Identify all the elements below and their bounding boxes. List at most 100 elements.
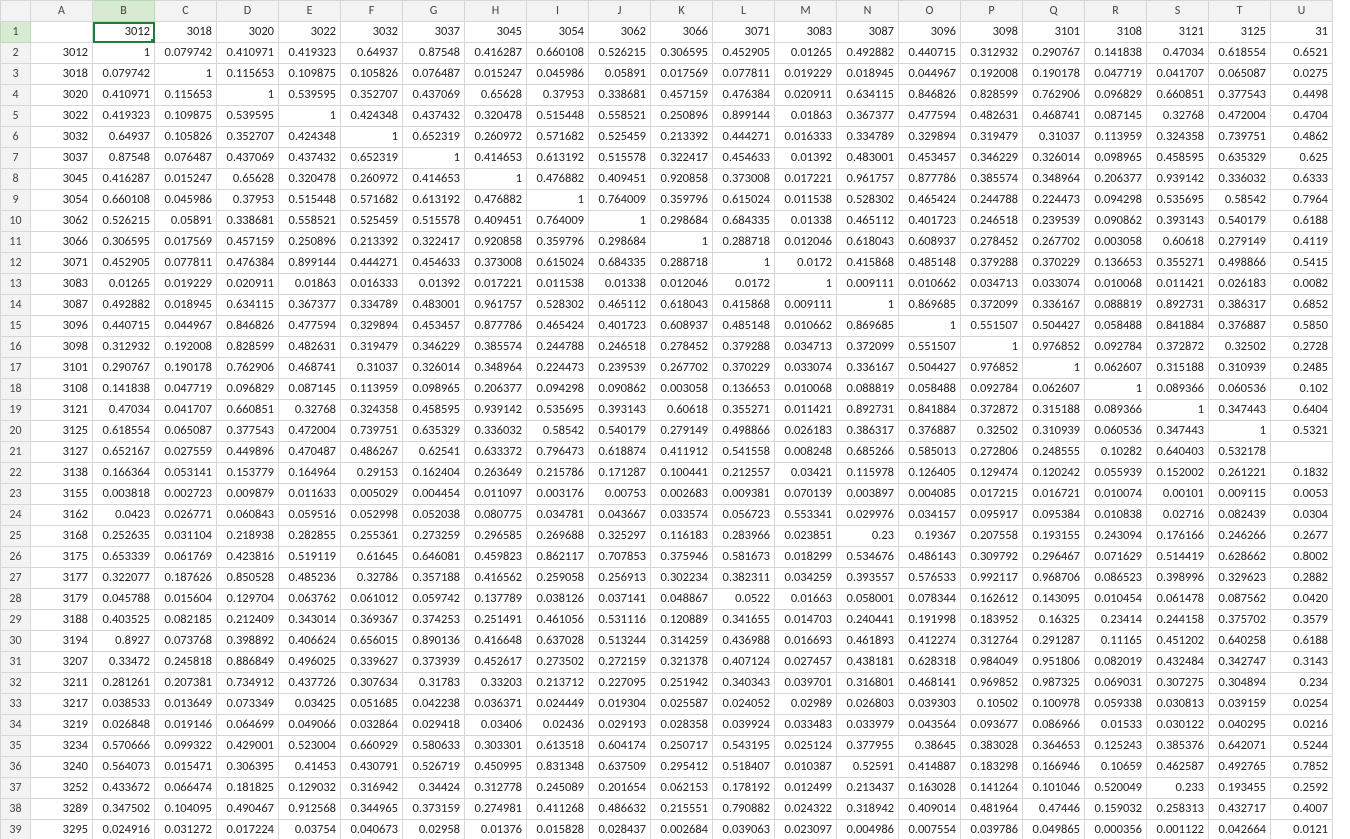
cell-S17[interactable]: 0.315188 bbox=[1147, 358, 1209, 379]
cell-D34[interactable]: 0.064699 bbox=[217, 715, 279, 736]
cell-K31[interactable]: 0.321378 bbox=[651, 652, 713, 673]
cell-G30[interactable]: 0.890136 bbox=[403, 631, 465, 652]
cell-C15[interactable]: 0.044967 bbox=[155, 316, 217, 337]
cell-J23[interactable]: 0.00753 bbox=[589, 484, 651, 505]
cell-M9[interactable]: 0.011538 bbox=[775, 190, 837, 211]
cell-P18[interactable]: 0.092784 bbox=[961, 379, 1023, 400]
cell-H30[interactable]: 0.416648 bbox=[465, 631, 527, 652]
cell-M15[interactable]: 0.010662 bbox=[775, 316, 837, 337]
cell-J4[interactable]: 0.338681 bbox=[589, 85, 651, 106]
cell-Q18[interactable]: 0.062607 bbox=[1023, 379, 1085, 400]
cell-L5[interactable]: 0.899144 bbox=[713, 106, 775, 127]
cell-C33[interactable]: 0.013649 bbox=[155, 694, 217, 715]
cell-B12[interactable]: 0.452905 bbox=[93, 253, 155, 274]
cell-J14[interactable]: 0.465112 bbox=[589, 295, 651, 316]
cell-U4[interactable]: 0.4498 bbox=[1271, 85, 1333, 106]
cell-P8[interactable]: 0.385574 bbox=[961, 169, 1023, 190]
column-header-E[interactable]: E bbox=[279, 1, 341, 22]
cell-H26[interactable]: 0.459823 bbox=[465, 547, 527, 568]
cell-F7[interactable]: 0.652319 bbox=[341, 148, 403, 169]
cell-C29[interactable]: 0.082185 bbox=[155, 610, 217, 631]
cell-S33[interactable]: 0.030813 bbox=[1147, 694, 1209, 715]
cell-P26[interactable]: 0.309792 bbox=[961, 547, 1023, 568]
cell-U36[interactable]: 0.7852 bbox=[1271, 757, 1333, 778]
cell-O19[interactable]: 0.841884 bbox=[899, 400, 961, 421]
cell-S15[interactable]: 0.841884 bbox=[1147, 316, 1209, 337]
cell-M34[interactable]: 0.033483 bbox=[775, 715, 837, 736]
cell-G10[interactable]: 0.515578 bbox=[403, 211, 465, 232]
cell-F8[interactable]: 0.260972 bbox=[341, 169, 403, 190]
cell-B26[interactable]: 0.653339 bbox=[93, 547, 155, 568]
column-header-O[interactable]: O bbox=[899, 1, 961, 22]
cell-R34[interactable]: 0.01533 bbox=[1085, 715, 1147, 736]
cell-I20[interactable]: 0.58542 bbox=[527, 421, 589, 442]
cell-H18[interactable]: 0.206377 bbox=[465, 379, 527, 400]
cell-B28[interactable]: 0.045788 bbox=[93, 589, 155, 610]
cell-J11[interactable]: 0.298684 bbox=[589, 232, 651, 253]
cell-D11[interactable]: 0.457159 bbox=[217, 232, 279, 253]
cell-C28[interactable]: 0.015604 bbox=[155, 589, 217, 610]
cell-A23[interactable]: 3155 bbox=[31, 484, 93, 505]
cell-O8[interactable]: 0.877786 bbox=[899, 169, 961, 190]
cell-T31[interactable]: 0.342747 bbox=[1209, 652, 1271, 673]
cell-B24[interactable]: 0.0423 bbox=[93, 505, 155, 526]
cell-R32[interactable]: 0.069031 bbox=[1085, 673, 1147, 694]
cell-R4[interactable]: 0.096829 bbox=[1085, 85, 1147, 106]
cell-K16[interactable]: 0.278452 bbox=[651, 337, 713, 358]
cell-O1[interactable]: 3096 bbox=[899, 22, 961, 43]
column-header-L[interactable]: L bbox=[713, 1, 775, 22]
cell-D13[interactable]: 0.020911 bbox=[217, 274, 279, 295]
cell-I4[interactable]: 0.37953 bbox=[527, 85, 589, 106]
cell-F12[interactable]: 0.444271 bbox=[341, 253, 403, 274]
row-header-6[interactable]: 6 bbox=[1, 127, 31, 148]
cell-Q34[interactable]: 0.086966 bbox=[1023, 715, 1085, 736]
cell-N13[interactable]: 0.009111 bbox=[837, 274, 899, 295]
cell-J25[interactable]: 0.325297 bbox=[589, 526, 651, 547]
cell-C39[interactable]: 0.031272 bbox=[155, 820, 217, 839]
cell-P35[interactable]: 0.383028 bbox=[961, 736, 1023, 757]
cell-G5[interactable]: 0.437432 bbox=[403, 106, 465, 127]
cell-M33[interactable]: 0.02989 bbox=[775, 694, 837, 715]
cell-C37[interactable]: 0.066474 bbox=[155, 778, 217, 799]
cell-O5[interactable]: 0.477594 bbox=[899, 106, 961, 127]
cell-L11[interactable]: 0.288718 bbox=[713, 232, 775, 253]
cell-B4[interactable]: 0.410971 bbox=[93, 85, 155, 106]
row-header-23[interactable]: 23 bbox=[1, 484, 31, 505]
cell-F9[interactable]: 0.571682 bbox=[341, 190, 403, 211]
cell-D39[interactable]: 0.017224 bbox=[217, 820, 279, 839]
cell-K24[interactable]: 0.033574 bbox=[651, 505, 713, 526]
cell-P12[interactable]: 0.379288 bbox=[961, 253, 1023, 274]
cell-E1[interactable]: 3022 bbox=[279, 22, 341, 43]
cell-D10[interactable]: 0.338681 bbox=[217, 211, 279, 232]
cell-L25[interactable]: 0.283966 bbox=[713, 526, 775, 547]
cell-A25[interactable]: 3168 bbox=[31, 526, 93, 547]
cell-H37[interactable]: 0.312778 bbox=[465, 778, 527, 799]
cell-B9[interactable]: 0.660108 bbox=[93, 190, 155, 211]
cell-G25[interactable]: 0.273259 bbox=[403, 526, 465, 547]
row-header-21[interactable]: 21 bbox=[1, 442, 31, 463]
cell-A18[interactable]: 3108 bbox=[31, 379, 93, 400]
cell-L18[interactable]: 0.136653 bbox=[713, 379, 775, 400]
cell-K17[interactable]: 0.267702 bbox=[651, 358, 713, 379]
cell-B21[interactable]: 0.652167 bbox=[93, 442, 155, 463]
cell-E5[interactable]: 1 bbox=[279, 106, 341, 127]
cell-C1[interactable]: 3018 bbox=[155, 22, 217, 43]
cell-N36[interactable]: 0.52591 bbox=[837, 757, 899, 778]
cell-D19[interactable]: 0.660851 bbox=[217, 400, 279, 421]
cell-D14[interactable]: 0.634115 bbox=[217, 295, 279, 316]
cell-I16[interactable]: 0.244788 bbox=[527, 337, 589, 358]
cell-I18[interactable]: 0.094298 bbox=[527, 379, 589, 400]
cell-L6[interactable]: 0.444271 bbox=[713, 127, 775, 148]
cell-E11[interactable]: 0.250896 bbox=[279, 232, 341, 253]
cell-T13[interactable]: 0.026183 bbox=[1209, 274, 1271, 295]
cell-N26[interactable]: 0.534676 bbox=[837, 547, 899, 568]
cell-H4[interactable]: 0.65628 bbox=[465, 85, 527, 106]
cell-J22[interactable]: 0.171287 bbox=[589, 463, 651, 484]
cell-S27[interactable]: 0.398996 bbox=[1147, 568, 1209, 589]
cell-G2[interactable]: 0.87548 bbox=[403, 43, 465, 64]
cell-E33[interactable]: 0.03425 bbox=[279, 694, 341, 715]
cell-J12[interactable]: 0.684335 bbox=[589, 253, 651, 274]
cell-H32[interactable]: 0.33203 bbox=[465, 673, 527, 694]
cell-D37[interactable]: 0.181825 bbox=[217, 778, 279, 799]
cell-A33[interactable]: 3217 bbox=[31, 694, 93, 715]
